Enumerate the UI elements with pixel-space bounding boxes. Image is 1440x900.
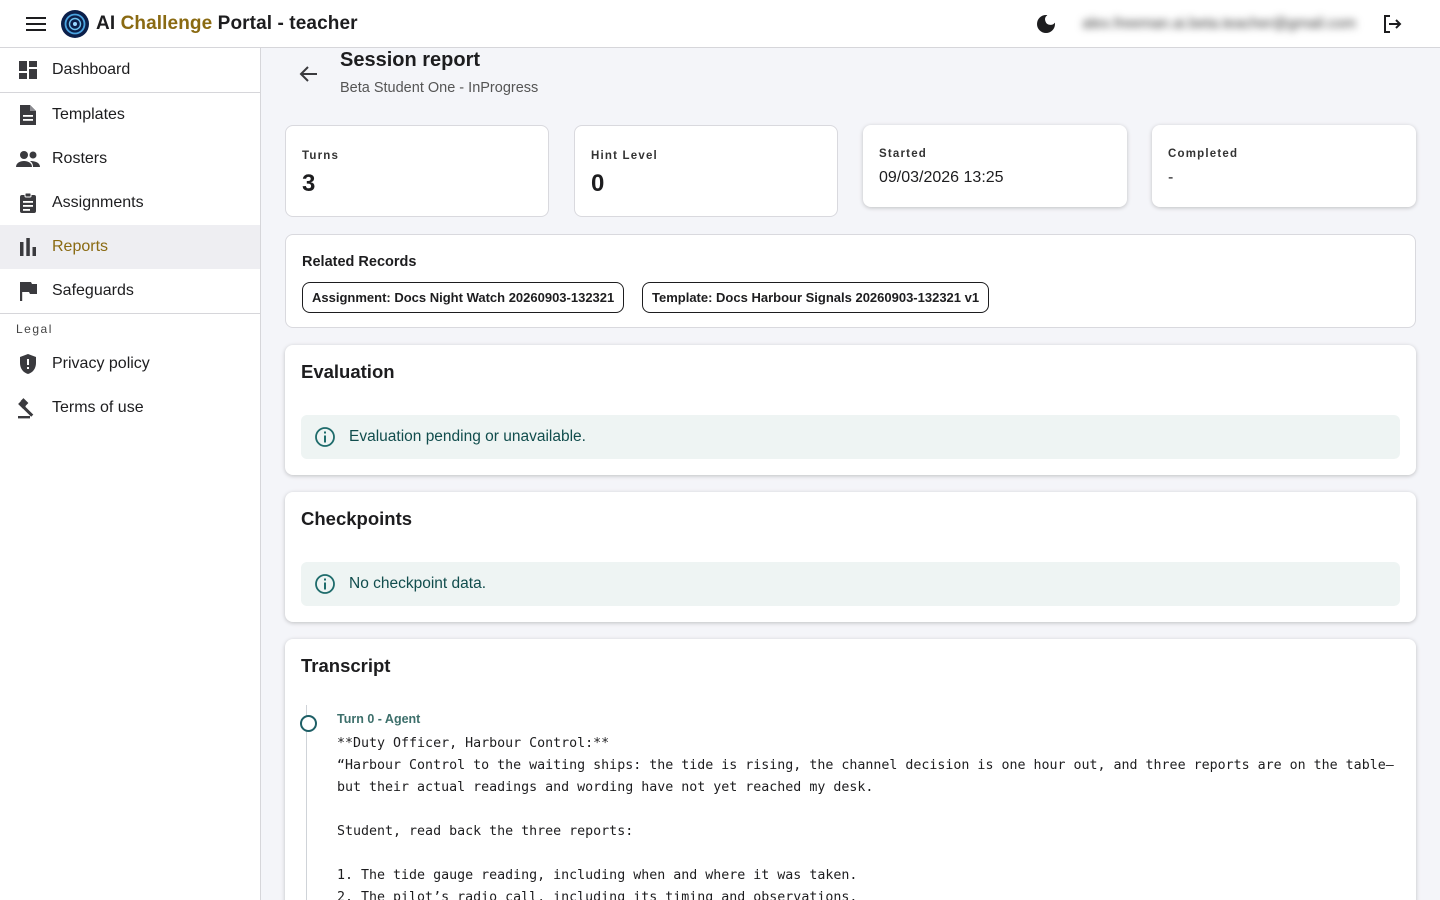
sidebar-item-reports[interactable]: Reports	[0, 225, 260, 269]
sidebar-item-label: Terms of use	[52, 399, 144, 416]
sidebar: Dashboard Templates Rosters Assignments …	[0, 48, 261, 900]
stat-label: Started	[879, 148, 928, 160]
clipboard-icon	[16, 191, 40, 215]
related-records-title: Related Records	[302, 254, 417, 270]
flag-icon	[16, 279, 40, 303]
transcript-panel: Transcript Turn 0 - Agent **Duty Officer…	[285, 639, 1416, 900]
sidebar-item-templates[interactable]: Templates	[0, 93, 260, 137]
stat-label: Turns	[302, 150, 340, 162]
stat-card-started: Started 09/03/2026 13:25	[863, 125, 1127, 207]
sidebar-item-label: Rosters	[52, 150, 108, 167]
logout-icon[interactable]	[1380, 12, 1404, 36]
sidebar-item-label: Assignments	[52, 194, 144, 211]
sidebar-item-label: Reports	[52, 238, 109, 255]
related-records-panel: Related Records Assignment: Docs Night W…	[285, 234, 1416, 328]
transcript-title: Transcript	[301, 655, 391, 676]
sidebar-item-label: Templates	[52, 106, 125, 123]
sidebar-item-label: Privacy policy	[52, 355, 150, 372]
template-chip[interactable]: Template: Docs Harbour Signals 20260903-…	[642, 282, 990, 313]
assignment-chip[interactable]: Assignment: Docs Night Watch 20260903-13…	[302, 282, 625, 313]
turn-message: **Duty Officer, Harbour Control:** “Harb…	[337, 736, 1394, 900]
sidebar-item-privacy[interactable]: Privacy policy	[0, 342, 260, 386]
info-icon	[314, 573, 336, 595]
sidebar-item-safeguards[interactable]: Safeguards	[0, 269, 260, 313]
stat-card-completed: Completed -	[1152, 125, 1416, 207]
app-title-part2: Challenge	[120, 12, 213, 34]
document-icon	[16, 103, 40, 127]
stat-value: 3	[302, 170, 316, 197]
shield-icon	[16, 352, 40, 376]
info-icon	[314, 426, 336, 448]
bar-chart-icon	[16, 235, 40, 259]
people-icon	[16, 147, 40, 171]
main-content: Session report Beta Student One - InProg…	[261, 48, 1440, 900]
stat-value: 09/03/2026 13:25	[879, 169, 1004, 186]
evaluation-title: Evaluation	[301, 361, 395, 382]
evaluation-message: Evaluation pending or unavailable.	[349, 428, 586, 445]
back-arrow-icon[interactable]	[297, 62, 321, 86]
sidebar-item-label: Safeguards	[52, 282, 134, 299]
stat-label: Completed	[1168, 148, 1239, 160]
sidebar-item-label: Dashboard	[52, 61, 131, 78]
sidebar-item-terms[interactable]: Terms of use	[0, 386, 260, 430]
app-title: AI Challenge Portal - teacher	[96, 13, 358, 35]
menu-icon[interactable]	[24, 12, 48, 36]
checkpoints-info-alert: No checkpoint data.	[301, 562, 1400, 606]
user-email: alex.freeman.ai.beta.teacher@gmail.com	[1082, 15, 1356, 32]
logo-icon	[60, 9, 90, 39]
checkpoints-panel: Checkpoints No checkpoint data.	[285, 492, 1416, 622]
stat-label: Hint Level	[591, 150, 658, 162]
top-app-bar: AI Challenge Portal - teacher alex.freem…	[0, 0, 1440, 48]
sidebar-item-dashboard[interactable]: Dashboard	[0, 48, 260, 92]
page-subtitle: Beta Student One - InProgress	[340, 80, 539, 96]
sidebar-item-rosters[interactable]: Rosters	[0, 137, 260, 181]
page-title: Session report	[340, 49, 481, 71]
turn-meta: Turn 0 - Agent	[337, 712, 421, 726]
stat-card-turns: Turns 3	[285, 125, 549, 217]
app-title-part3: Portal - teacher	[212, 12, 358, 34]
checkpoints-message: No checkpoint data.	[349, 575, 487, 592]
stat-value: 0	[591, 170, 605, 197]
gavel-icon	[16, 396, 40, 420]
top-actions: alex.freeman.ai.beta.teacher@gmail.com	[1034, 12, 1440, 36]
sidebar-section-legal: Legal	[16, 322, 53, 336]
evaluation-panel: Evaluation Evaluation pending or unavail…	[285, 345, 1416, 475]
evaluation-info-alert: Evaluation pending or unavailable.	[301, 415, 1400, 459]
dark-mode-icon[interactable]	[1034, 12, 1058, 36]
app-title-part1: AI	[96, 12, 121, 34]
timeline-dot-icon	[300, 715, 317, 732]
sidebar-item-assignments[interactable]: Assignments	[0, 181, 260, 225]
dashboard-icon	[16, 58, 40, 82]
stat-value: -	[1168, 169, 1174, 186]
timeline-connector	[306, 705, 307, 900]
checkpoints-title: Checkpoints	[301, 508, 413, 529]
stat-card-hint-level: Hint Level 0	[574, 125, 838, 217]
